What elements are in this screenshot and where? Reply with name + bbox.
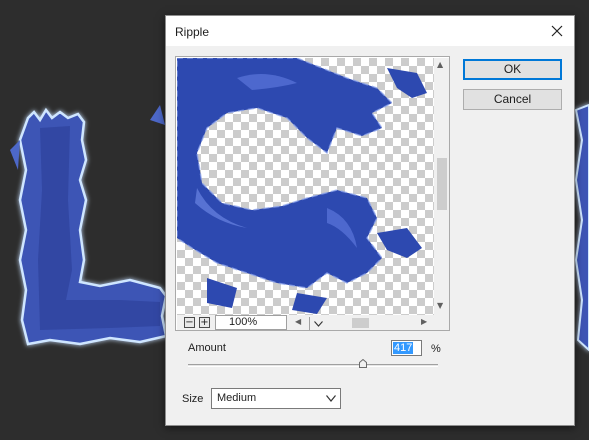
vertical-scroll-thumb[interactable]	[437, 158, 447, 210]
zoom-dropdown-button[interactable]	[309, 317, 326, 330]
scroll-up-icon[interactable]: ▲	[437, 60, 443, 70]
ok-button[interactable]: OK	[463, 59, 562, 80]
scroll-left-icon[interactable]: ◀	[295, 317, 301, 327]
zoom-level-value: 100%	[229, 316, 258, 328]
dialog-titlebar[interactable]: Ripple	[166, 16, 574, 46]
cancel-button[interactable]: Cancel	[463, 89, 562, 110]
size-select[interactable]: Medium	[211, 388, 341, 409]
amount-slider-track[interactable]	[188, 364, 438, 367]
dialog-title: Ripple	[175, 25, 210, 39]
zoom-level-field[interactable]: 100%	[215, 315, 323, 330]
preview-vertical-scrollbar[interactable]: ▲ ▼	[434, 58, 449, 315]
size-label: Size	[182, 393, 204, 405]
amount-unit: %	[431, 343, 441, 355]
close-button[interactable]	[540, 16, 574, 46]
scroll-down-icon[interactable]: ▼	[437, 301, 443, 311]
preview-bottom-bar: − + 100% ◀ ▶	[177, 315, 449, 330]
amount-input[interactable]: 417	[391, 340, 422, 356]
zoom-out-icon: −	[185, 317, 194, 328]
scroll-right-icon[interactable]: ▶	[421, 317, 427, 327]
amount-value: 417	[393, 342, 414, 354]
zoom-in-button[interactable]: +	[199, 317, 210, 328]
chevron-down-icon	[326, 395, 336, 402]
amount-label: Amount	[188, 342, 226, 354]
ripple-dialog: Ripple ▲ ▼ − + 100% ◀ ▶ OK Cancel Amount…	[165, 15, 575, 426]
preview-panel: ▲ ▼ − + 100% ◀ ▶	[175, 56, 450, 331]
amount-slider-thumb[interactable]	[359, 359, 367, 368]
chevron-down-icon	[313, 320, 323, 327]
zoom-in-icon: +	[200, 317, 209, 328]
horizontal-scroll-thumb[interactable]	[352, 318, 369, 328]
close-icon	[551, 25, 563, 37]
zoom-out-button[interactable]: −	[184, 317, 195, 328]
size-selected-value: Medium	[217, 392, 257, 404]
preview-image[interactable]	[177, 58, 434, 315]
